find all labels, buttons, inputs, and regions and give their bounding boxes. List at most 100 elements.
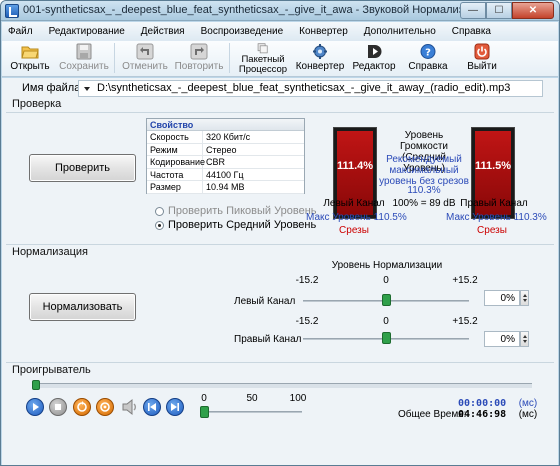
table-row: Режим Стерео <box>147 143 304 156</box>
redo-label: Повторить <box>174 61 224 72</box>
help-button[interactable]: ? Справка <box>406 41 450 75</box>
title-bar[interactable]: 001-syntheticsax_-_deepest_blue_feat_syn… <box>1 1 559 21</box>
playback-position-slider[interactable] <box>32 383 532 388</box>
batch-label-2: Процессор <box>238 64 288 75</box>
play-button[interactable] <box>26 398 44 416</box>
left-spin-buttons[interactable] <box>520 290 529 306</box>
menu-extra[interactable]: Дополнительно <box>364 26 436 37</box>
exit-label: Выйти <box>467 61 497 72</box>
editor-play-icon <box>368 45 382 58</box>
right-channel-caption: Правый Канал <box>460 198 528 209</box>
open-button[interactable]: Открыть <box>8 41 52 75</box>
peak-level-radio[interactable]: Проверить Пиковый Уровень <box>155 205 317 217</box>
right-normalization-value[interactable]: 0% <box>484 331 520 347</box>
right-normalization-thumb[interactable] <box>381 332 391 344</box>
file-name-value: D:\syntheticsax_-_deepest_blue_feat_synt… <box>97 82 511 94</box>
save-disk-icon <box>76 43 92 60</box>
right-slider-max: +15.2 <box>452 316 478 327</box>
check-section-title: Проверка <box>12 98 62 110</box>
minimize-button[interactable]: — <box>460 2 486 19</box>
current-time: 00:00:00 <box>458 398 507 409</box>
table-row: Размер 10.94 MB <box>147 181 304 194</box>
converter-button[interactable]: Конвертер <box>296 41 344 75</box>
normalize-button[interactable]: Нормализовать <box>29 293 136 321</box>
editor-button[interactable]: Редактор <box>352 41 396 75</box>
properties-header: Свойство <box>147 119 304 131</box>
volume-slider[interactable] <box>204 411 302 413</box>
table-row: Скорость 320 Кбит/с <box>147 131 304 144</box>
undo-button[interactable]: Отменить <box>122 41 168 75</box>
redo-arrow-icon <box>190 43 208 60</box>
divider <box>6 362 554 363</box>
close-button[interactable]: ✕ <box>512 2 554 19</box>
undo-arrow-icon <box>136 43 154 60</box>
stop-button[interactable] <box>49 398 67 416</box>
left-slider-min: -15.2 <box>295 275 319 286</box>
volume-button[interactable] <box>120 397 140 417</box>
property-value: 320 Кбит/с <box>206 132 251 142</box>
open-folder-icon <box>21 46 39 59</box>
next-button[interactable] <box>166 398 184 416</box>
menu-help[interactable]: Справка <box>452 26 491 37</box>
divider <box>6 112 554 113</box>
save-button[interactable]: Сохранить <box>59 41 109 75</box>
help-label: Справка <box>408 61 448 72</box>
power-icon <box>474 43 490 60</box>
open-label: Открыть <box>10 61 50 72</box>
file-name-combo[interactable]: D:\syntheticsax_-_deepest_blue_feat_synt… <box>78 80 543 97</box>
check-button[interactable]: Проверить <box>29 154 136 182</box>
loop-icon <box>77 401 87 412</box>
right-slider-zero: 0 <box>383 316 389 327</box>
toolbar-separator <box>229 43 230 73</box>
total-time-label: Общее Время: <box>398 409 467 420</box>
previous-button[interactable] <box>143 398 161 416</box>
maximize-button[interactable]: ☐ <box>486 2 512 19</box>
current-time-unit: (мс) <box>518 398 538 409</box>
rewind-icon <box>148 403 156 411</box>
help-question-icon: ? <box>420 44 436 59</box>
window-title: 001-syntheticsax_-_deepest_blue_feat_syn… <box>23 4 506 16</box>
divider <box>6 244 554 245</box>
exit-button[interactable]: Выйти <box>460 41 504 75</box>
speaker-icon <box>122 398 136 416</box>
left-slider-zero: 0 <box>383 275 389 286</box>
average-level-radio[interactable]: Проверить Средний Уровень <box>155 219 316 231</box>
right-clipping-label: Срезы <box>477 225 507 236</box>
redo-button[interactable]: Повторить <box>174 41 224 75</box>
recommended-value: 110.3% <box>407 185 441 196</box>
menu-actions[interactable]: Действия <box>141 26 185 37</box>
left-channel-caption: Левый Канал <box>323 198 385 209</box>
radio-circle <box>155 206 164 216</box>
property-key: Режим <box>147 143 203 155</box>
left-meter-value: 111.4% <box>336 160 374 172</box>
right-max-level: Макс Уровень 110.3% <box>446 212 547 223</box>
average-level-label: Проверить Средний Уровень <box>168 219 317 231</box>
menu-edit[interactable]: Редактирование <box>49 26 125 37</box>
menu-converter[interactable]: Конвертер <box>299 26 348 37</box>
property-key: Частота <box>147 168 203 180</box>
property-key: Скорость <box>147 131 203 143</box>
peak-level-label: Проверить Пиковый Уровень <box>168 205 317 217</box>
left-slider-max: +15.2 <box>452 275 478 286</box>
repeat-button[interactable] <box>96 398 114 416</box>
property-key: Размер <box>147 181 203 193</box>
playback-position-thumb[interactable] <box>32 380 40 390</box>
play-icon <box>33 403 39 411</box>
file-name-label: Имя файла: <box>22 82 84 94</box>
batch-processor-button[interactable]: Пакетный Процессор <box>238 41 288 75</box>
toolbar: Открыть Сохранить Отменить Повторить Пак… <box>2 41 558 77</box>
left-normalization-thumb[interactable] <box>381 294 391 306</box>
menu-playback[interactable]: Воспроизведение <box>201 26 284 37</box>
menu-file[interactable]: Файл <box>8 26 33 37</box>
file-row: Имя файла: D:\syntheticsax_-_deepest_blu… <box>2 78 558 98</box>
left-normalization-value[interactable]: 0% <box>484 290 520 306</box>
app-window: 001-syntheticsax_-_deepest_blue_feat_syn… <box>0 0 560 466</box>
property-value: CBR <box>206 157 226 167</box>
loop-button[interactable] <box>73 398 91 416</box>
converter-gear-icon <box>313 44 327 59</box>
table-row: Частота 44100 Гц <box>147 168 304 181</box>
right-spin-buttons[interactable] <box>520 331 529 347</box>
volume-thumb[interactable] <box>199 406 209 418</box>
editor-label: Редактор <box>352 61 396 72</box>
left-max-level: Макс Уровень 110.5% <box>306 212 407 223</box>
